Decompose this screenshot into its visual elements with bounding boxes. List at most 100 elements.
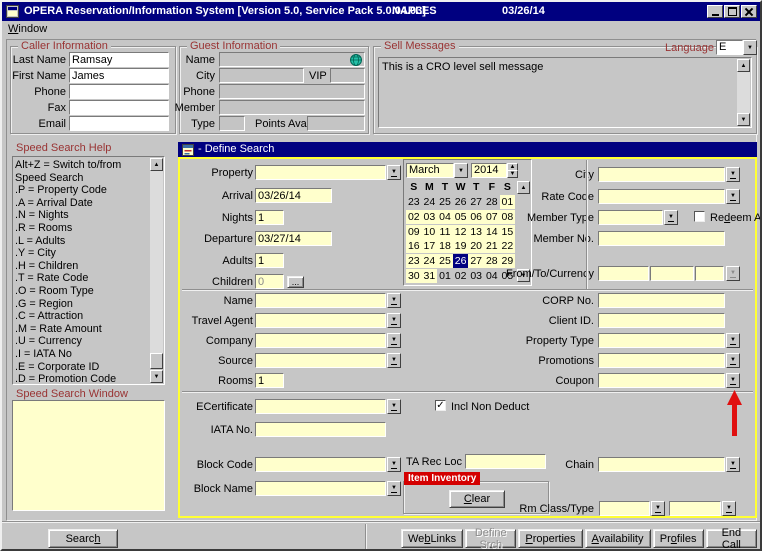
sell-scroll-track[interactable] — [737, 72, 750, 113]
calendar-day[interactable]: 02 — [406, 210, 422, 224]
departure-field[interactable] — [255, 231, 332, 246]
property-type-lov-icon[interactable]: ▼ — [726, 333, 740, 348]
calendar-month-value[interactable]: March — [406, 163, 454, 178]
email-field[interactable] — [69, 116, 169, 131]
calendar-month-dropdown-icon[interactable]: ▼ — [454, 163, 468, 178]
ecertificate-field[interactable] — [255, 399, 386, 414]
calendar-day[interactable]: 23 — [406, 195, 422, 209]
properties-button[interactable]: Properties — [518, 529, 582, 548]
rm-type-field[interactable] — [669, 501, 721, 516]
source-field[interactable] — [255, 353, 386, 368]
list-scroll-down-icon[interactable]: ▼ — [150, 370, 163, 383]
close-icon[interactable] — [741, 5, 757, 18]
calendar-day[interactable]: 26 — [453, 195, 469, 209]
rate-code-field[interactable] — [598, 189, 725, 204]
rooms-field[interactable] — [255, 373, 284, 388]
list-scroll-thumb[interactable] — [150, 353, 163, 369]
rm-class-field[interactable] — [599, 501, 650, 516]
source-lov-icon[interactable]: ▼ — [387, 353, 401, 368]
client-id-field[interactable] — [598, 313, 725, 328]
travel-agent-lov-icon[interactable]: ▼ — [387, 313, 401, 328]
search-name-field[interactable] — [255, 293, 386, 308]
redeem-award-checkbox[interactable] — [694, 211, 705, 222]
calendar-day[interactable]: 23 — [406, 254, 422, 268]
maximize-icon[interactable] — [724, 5, 740, 18]
from-field[interactable] — [598, 266, 649, 281]
block-name-lov-icon[interactable]: ▼ — [387, 481, 401, 496]
calendar-day[interactable]: 05 — [453, 210, 469, 224]
rate-code-lov-icon[interactable]: ▼ — [726, 189, 740, 204]
calendar-day[interactable]: 27 — [468, 254, 484, 268]
rm-type-lov-icon[interactable]: ▼ — [722, 501, 736, 516]
children-ellipsis-button[interactable]: ... — [287, 276, 304, 288]
calendar-day-selected[interactable]: 26 — [453, 254, 469, 268]
calendar-day[interactable]: 28 — [484, 254, 500, 268]
company-lov-icon[interactable]: ▼ — [387, 333, 401, 348]
incl-non-deduct-checkbox[interactable]: ✓ — [435, 400, 446, 411]
calendar-day[interactable]: 29 — [500, 254, 516, 268]
calendar-day[interactable]: 16 — [406, 239, 422, 253]
ecertificate-lov-icon[interactable]: ▼ — [387, 399, 401, 414]
city-field[interactable] — [598, 167, 725, 182]
speed-search-window-box[interactable] — [12, 400, 165, 511]
first-name-field[interactable] — [69, 68, 169, 83]
chain-lov-icon[interactable]: ▼ — [726, 457, 740, 472]
calendar-day[interactable]: 24 — [422, 254, 438, 268]
rm-class-lov-icon[interactable]: ▼ — [651, 501, 665, 516]
calendar-day[interactable]: 09 — [406, 225, 422, 239]
block-name-field[interactable] — [255, 481, 386, 496]
member-no-field[interactable] — [598, 231, 725, 246]
calendar-day[interactable]: 12 — [453, 225, 469, 239]
language-value[interactable]: E — [716, 40, 743, 55]
calendar-day[interactable]: 02 — [453, 269, 469, 283]
calendar-day[interactable]: 19 — [453, 239, 469, 253]
company-field[interactable] — [255, 333, 386, 348]
list-scroll-up-icon[interactable]: ▲ — [150, 158, 163, 171]
sell-scroll-down-icon[interactable]: ▼ — [737, 113, 750, 126]
nights-field[interactable] — [255, 210, 284, 225]
availability-button[interactable]: Availability — [585, 529, 651, 548]
globe-icon[interactable] — [350, 54, 362, 66]
calendar-day[interactable]: 18 — [437, 239, 453, 253]
calendar-day[interactable]: 24 — [422, 195, 438, 209]
block-code-lov-icon[interactable]: ▼ — [387, 457, 401, 472]
travel-agent-field[interactable] — [255, 313, 386, 328]
calendar-day[interactable]: 30 — [406, 269, 422, 283]
speed-search-help-list[interactable]: Alt+Z = Switch to/from Speed Search.P = … — [12, 156, 165, 385]
to-field[interactable] — [650, 266, 694, 281]
calendar-day[interactable]: 11 — [437, 225, 453, 239]
chain-field[interactable] — [598, 457, 725, 472]
coupon-lov-icon[interactable]: ▼ — [726, 373, 740, 388]
property-lov-icon[interactable]: ▼ — [387, 165, 401, 180]
arrival-field[interactable] — [255, 188, 332, 203]
promotions-lov-icon[interactable]: ▼ — [726, 353, 740, 368]
end-call-button[interactable]: End Call — [706, 529, 757, 548]
city-lov-icon[interactable]: ▼ — [726, 167, 740, 182]
member-type-lov-icon[interactable]: ▼ — [664, 210, 678, 225]
coupon-field[interactable] — [598, 373, 725, 388]
adults-field[interactable] — [255, 253, 284, 268]
search-name-lov-icon[interactable]: ▼ — [387, 293, 401, 308]
fax-field[interactable] — [69, 100, 169, 115]
calendar-day[interactable]: 17 — [422, 239, 438, 253]
block-code-field[interactable] — [255, 457, 386, 472]
currency-field[interactable] — [695, 266, 724, 281]
iata-no-field[interactable] — [255, 422, 386, 437]
calendar-day[interactable]: 25 — [437, 195, 453, 209]
caller-phone-field[interactable] — [69, 84, 169, 99]
last-name-field[interactable] — [69, 52, 169, 67]
property-type-field[interactable] — [598, 333, 725, 348]
calendar-day[interactable]: 25 — [437, 254, 453, 268]
corp-no-field[interactable] — [598, 293, 725, 308]
property-field[interactable] — [255, 165, 386, 180]
calendar-day[interactable]: 04 — [437, 210, 453, 224]
search-button[interactable]: Search — [48, 529, 118, 548]
calendar-day[interactable]: 03 — [422, 210, 438, 224]
menu-window[interactable]: Window — [8, 23, 47, 35]
web-links-button[interactable]: Web Links — [401, 529, 463, 548]
children-field[interactable] — [255, 274, 284, 289]
promotions-field[interactable] — [598, 353, 725, 368]
calendar-day[interactable]: 31 — [422, 269, 438, 283]
profiles-button[interactable]: Profiles — [653, 529, 704, 548]
list-scroll-track[interactable] — [150, 171, 163, 354]
